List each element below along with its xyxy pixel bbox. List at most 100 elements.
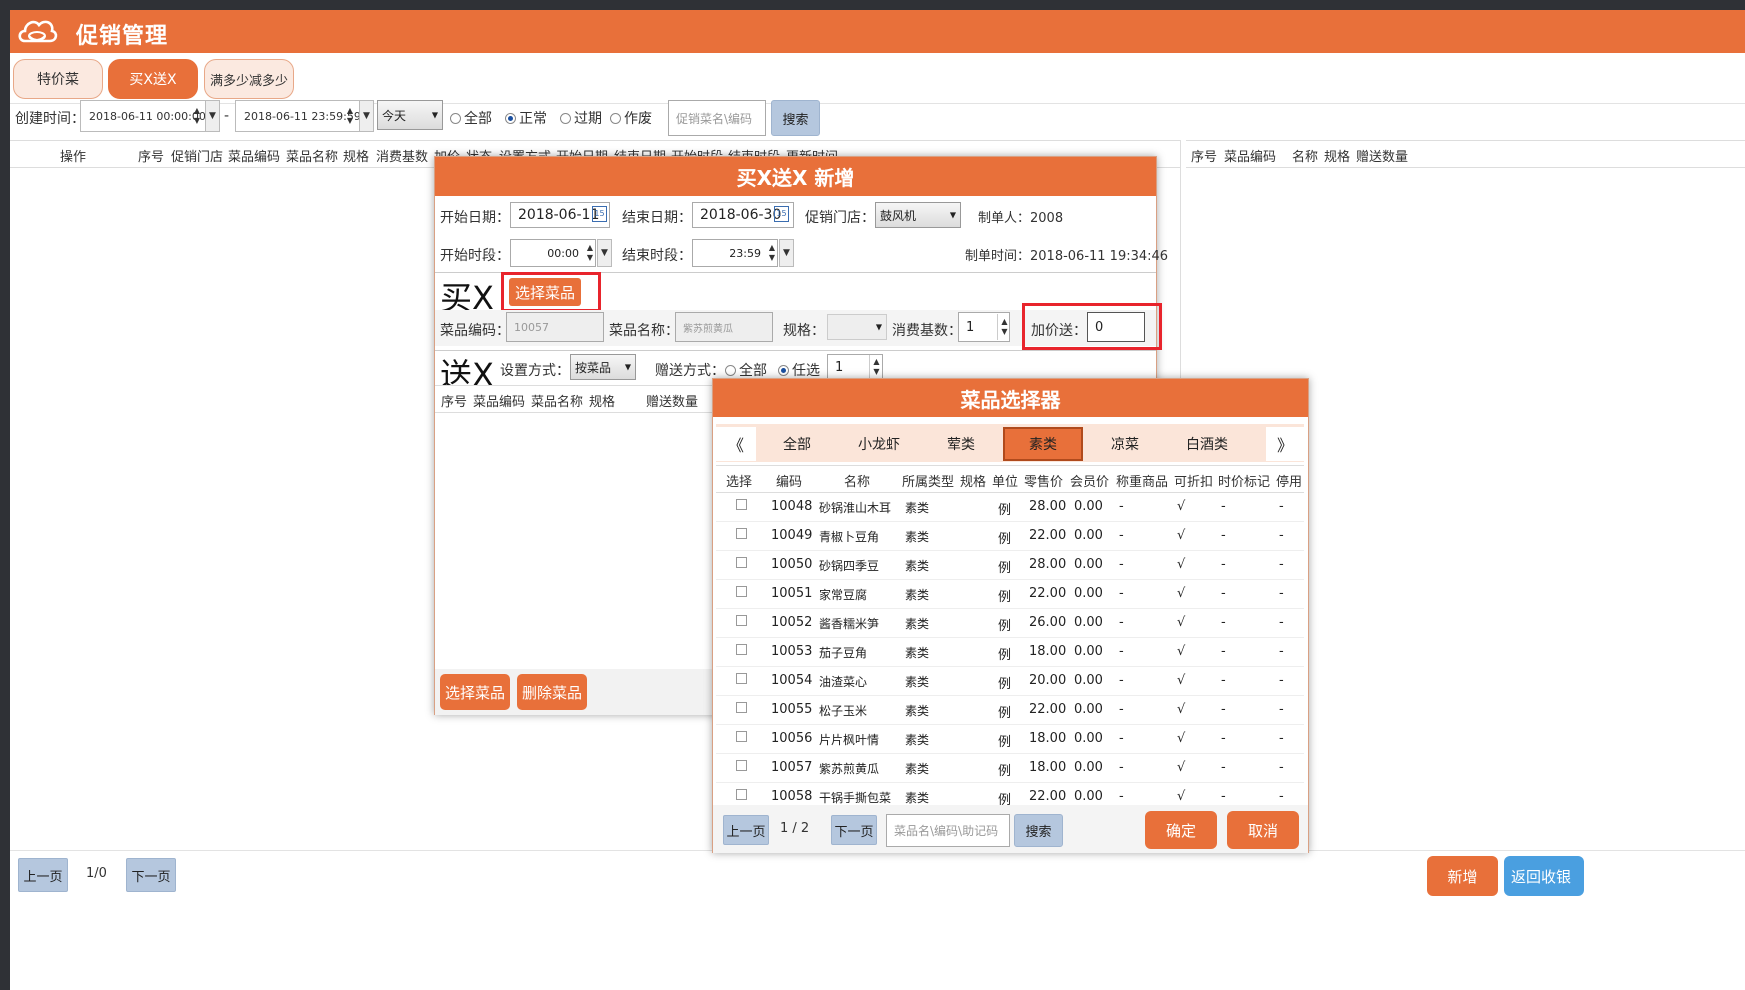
row-checkbox[interactable] — [736, 586, 747, 597]
dish-name-input[interactable]: 紫苏煎黄瓜 — [675, 312, 773, 342]
tab-special-dish[interactable]: 特价菜 — [13, 59, 103, 99]
row-checkbox[interactable] — [736, 673, 747, 684]
cell-discount: √ — [1177, 644, 1186, 659]
base-spin-icon[interactable]: ▲ ▼ — [997, 314, 1011, 340]
cell-disabled: - — [1279, 557, 1284, 572]
confirm-button[interactable]: 确定 — [1145, 811, 1217, 849]
category-prev-icon[interactable]: 《 — [716, 427, 756, 461]
selector-prev-page-button[interactable]: 上一页 — [723, 815, 769, 845]
table-row[interactable]: 10055 松子玉米 素类 例 22.00 0.00 - √ - - — [716, 696, 1304, 725]
cell-type: 素类 — [905, 762, 930, 776]
give-all-radio[interactable]: 全部 — [725, 360, 767, 380]
status-normal-radio[interactable]: 正常 — [505, 108, 547, 128]
spec-select[interactable]: ▼ — [827, 314, 887, 340]
end-time-spin-icon[interactable]: ▲ ▼ — [765, 241, 779, 265]
cell-discount: √ — [1177, 557, 1186, 572]
row-checkbox[interactable] — [736, 615, 747, 626]
start-dropdown-icon[interactable]: ▼ — [205, 100, 220, 132]
choose-dish-button-bottom[interactable]: 选择菜品 — [440, 674, 510, 710]
cell-price: 26.00 — [1029, 615, 1067, 630]
category-tab[interactable]: 荤类 — [922, 427, 1000, 461]
cell-member: 0.00 — [1074, 731, 1103, 746]
table-row[interactable]: 10057 紫苏煎黄瓜 素类 例 18.00 0.00 - √ - - — [716, 754, 1304, 783]
chevron-down-icon: ▼ — [624, 362, 631, 372]
back-to-cashier-button[interactable]: 返回收银 — [1504, 856, 1584, 896]
selector-search-input[interactable]: 菜品名\编码\助记码 — [886, 814, 1010, 847]
category-tab[interactable]: 白酒类 — [1168, 427, 1246, 461]
col-header: 零售价 — [1024, 475, 1064, 490]
end-time-dropdown-icon[interactable]: ▼ — [779, 239, 794, 267]
cell-type: 素类 — [905, 530, 930, 544]
selector-search-button[interactable]: 搜索 — [1014, 814, 1063, 847]
search-button[interactable]: 搜索 — [771, 100, 820, 136]
radio-label: 全部 — [464, 111, 492, 127]
spec-label: 规格： — [783, 323, 825, 339]
give-count-spin-icon[interactable]: ▲ ▼ — [869, 355, 883, 379]
row-checkbox[interactable] — [736, 789, 747, 800]
row-checkbox[interactable] — [736, 702, 747, 713]
row-checkbox[interactable] — [736, 499, 747, 510]
add-button[interactable]: 新增 — [1427, 856, 1498, 896]
status-void-radio[interactable]: 作废 — [610, 108, 652, 128]
table-row[interactable]: 10051 家常豆腐 素类 例 22.00 0.00 - √ - - — [716, 580, 1304, 609]
cell-price: 18.00 — [1029, 644, 1067, 659]
row-checkbox[interactable] — [736, 528, 747, 539]
next-page-button[interactable]: 下一页 — [126, 858, 176, 892]
cell-weigh: - — [1119, 644, 1124, 659]
cell-member: 0.00 — [1074, 789, 1103, 804]
start-datetime-field[interactable]: 2018-06-11 00:00:00 — [80, 100, 206, 132]
calendar-icon[interactable]: 15 — [774, 206, 789, 222]
table-row[interactable]: 10056 片片枫叶情 素类 例 18.00 0.00 - √ - - — [716, 725, 1304, 754]
date-range-select[interactable]: 今天 ▼ — [377, 100, 443, 130]
right-table-header: 序号 菜品编码 名称 规格 赠送数量 — [1186, 140, 1745, 168]
cell-market: - — [1221, 557, 1226, 572]
cell-name: 砂锅淮山木耳 — [819, 501, 892, 515]
table-row[interactable]: 10048 砂锅淮山木耳 素类 例 28.00 0.00 - √ - - — [716, 493, 1304, 522]
page-title: 促销管理 — [76, 24, 169, 49]
tab-spend-discount[interactable]: 满多少减多少 — [204, 59, 294, 99]
cancel-button[interactable]: 取消 — [1227, 811, 1299, 849]
row-checkbox[interactable] — [736, 731, 747, 742]
prev-page-button[interactable]: 上一页 — [18, 858, 68, 892]
category-tab-active[interactable]: 素类 — [1003, 427, 1083, 461]
row-checkbox[interactable] — [736, 644, 747, 655]
dish-code-input[interactable]: 10057 — [506, 312, 604, 342]
table-row[interactable]: 10054 油渣菜心 素类 例 20.00 0.00 - √ - - — [716, 667, 1304, 696]
table-row[interactable]: 10052 酱香糯米笋 素类 例 26.00 0.00 - √ - - — [716, 609, 1304, 638]
start-time-spin-icon[interactable]: ▲ ▼ — [583, 241, 597, 265]
cell-name: 片片枫叶情 — [819, 733, 880, 747]
end-spin-icon[interactable]: ▲ ▼ — [343, 102, 357, 130]
selector-next-page-button[interactable]: 下一页 — [831, 815, 877, 845]
status-all-radio[interactable]: 全部 — [450, 108, 492, 128]
delete-dish-button[interactable]: 删除菜品 — [517, 674, 587, 710]
category-tab[interactable]: 全部 — [758, 427, 836, 461]
give-table-header: 序号 菜品编码 菜品名称 规格 赠送数量 — [435, 385, 725, 413]
page-indicator: 1/0 — [86, 866, 107, 881]
status-expired-radio[interactable]: 过期 — [560, 108, 602, 128]
cell-name: 油渣菜心 — [819, 675, 868, 689]
cell-disabled: - — [1279, 789, 1284, 804]
start-spin-icon[interactable]: ▲ ▼ — [190, 102, 204, 130]
start-time-dropdown-icon[interactable]: ▼ — [597, 239, 612, 267]
category-tab[interactable]: 凉菜 — [1086, 427, 1164, 461]
give-any-radio[interactable]: 任选 — [778, 360, 820, 380]
promo-search-input[interactable]: 促销菜名\编码 — [668, 100, 766, 136]
cell-unit: 例 — [998, 561, 1012, 576]
tab-buy-x-get-x[interactable]: 买X送X — [108, 59, 198, 99]
row-checkbox[interactable] — [736, 760, 747, 771]
end-dropdown-icon[interactable]: ▼ — [359, 100, 374, 132]
mode-select[interactable]: 按菜品 ▼ — [570, 354, 636, 380]
cell-discount: √ — [1177, 615, 1186, 630]
category-next-icon[interactable]: 》 — [1266, 427, 1304, 461]
give-mode-label: 赠送方式： — [655, 363, 725, 379]
table-row[interactable]: 10049 青椒卜豆角 素类 例 22.00 0.00 - √ - - — [716, 522, 1304, 551]
row-checkbox[interactable] — [736, 557, 747, 568]
store-select[interactable]: 鼓风机 ▼ — [875, 202, 961, 228]
divider — [435, 350, 1156, 351]
calendar-icon[interactable]: 15 — [592, 206, 607, 222]
cell-discount: √ — [1177, 702, 1186, 717]
table-row[interactable]: 10053 茄子豆角 素类 例 18.00 0.00 - √ - - — [716, 638, 1304, 667]
col-header: 时价标记 — [1218, 475, 1271, 490]
table-row[interactable]: 10050 砂锅四季豆 素类 例 28.00 0.00 - √ - - — [716, 551, 1304, 580]
category-tab[interactable]: 小龙虾 — [840, 427, 918, 461]
